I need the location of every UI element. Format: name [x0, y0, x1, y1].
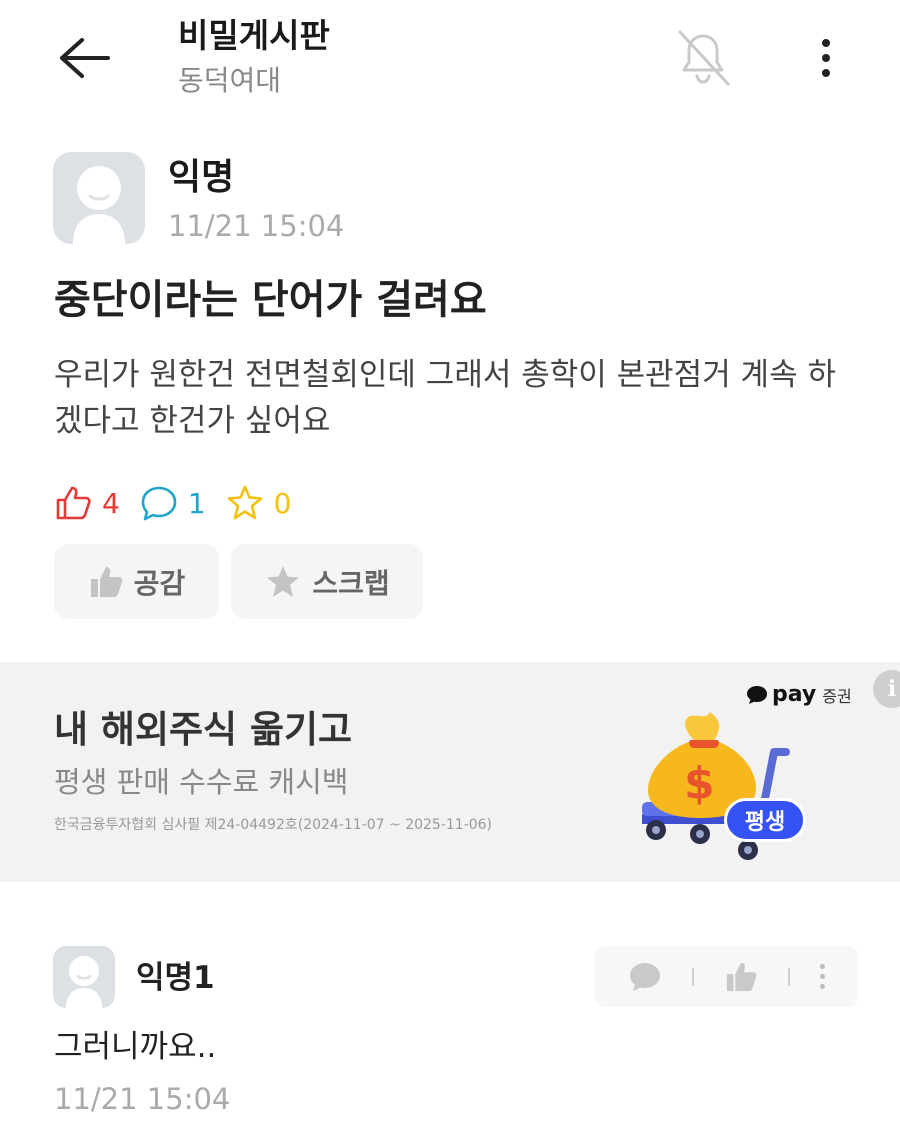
author-name: 익명	[168, 157, 235, 198]
empathy-button-label: 공감	[133, 566, 186, 600]
more-options-button[interactable]	[806, 28, 846, 88]
thumbs-up-icon[interactable]	[724, 960, 758, 994]
svg-text:$: $	[684, 758, 715, 809]
top-bar: 비밀게시판 동덕여대	[0, 0, 900, 120]
thumbs-up-icon	[56, 486, 91, 520]
scrap-count-value: 0	[273, 486, 292, 520]
notification-toggle-button[interactable]	[670, 24, 736, 90]
school-name: 동덕여대	[178, 64, 282, 97]
arrow-left-icon	[60, 38, 110, 78]
board-header: 비밀게시판 동덕여대	[178, 16, 330, 102]
default-profile-icon	[73, 166, 125, 244]
more-vertical-icon	[822, 39, 830, 47]
comment-count-value: 1	[187, 486, 206, 520]
ad-subline: 평생 판매 수수료 캐시백	[54, 765, 349, 799]
separator	[788, 967, 790, 986]
ad-info-icon[interactable]: i	[873, 670, 900, 708]
comment-more-icon[interactable]	[820, 964, 825, 989]
speech-bubble-icon	[747, 685, 767, 704]
star-icon	[267, 565, 300, 597]
like-count-value: 4	[102, 486, 120, 520]
default-profile-icon	[66, 956, 102, 1008]
like-count: 4	[54, 484, 120, 522]
author-avatar	[53, 152, 145, 244]
ad-disclaimer: 한국금융투자협회 심사필 제24-04492호(2024-11-07 ~ 202…	[54, 817, 493, 833]
ad-brand-securities: 증권	[822, 686, 852, 706]
bell-off-icon	[678, 30, 730, 86]
post-body: 우리가 원한건 전면철회인데 그래서 총학이 본관점거 계속 하겠다고 한건가 …	[54, 357, 836, 439]
board-title: 비밀게시판	[178, 16, 330, 55]
post-timestamp: 11/21 15:04	[168, 209, 345, 243]
reply-speech-bubble-icon[interactable]	[628, 961, 662, 993]
comment-text: 그러니까요..	[54, 1029, 217, 1065]
comment-author-avatar	[53, 946, 115, 1008]
empathy-button[interactable]: 공감	[54, 544, 219, 619]
post-title: 중단이라는 단어가 걸려요	[54, 277, 487, 323]
scrap-button-label: 스크랩	[312, 566, 390, 600]
comment-action-bar	[595, 946, 858, 1007]
ad-badge: 평생	[724, 798, 806, 842]
comment-count: 1	[140, 484, 206, 522]
comment-author-name: 익명1	[136, 960, 215, 996]
comment-timestamp: 11/21 15:04	[54, 1082, 231, 1116]
back-button[interactable]	[52, 32, 116, 84]
speech-bubble-icon	[141, 486, 177, 521]
ad-brand-pay: pay	[772, 682, 817, 707]
thumbs-up-icon	[90, 566, 123, 597]
star-icon	[227, 485, 262, 520]
money-bag-cart-icon: $	[642, 712, 790, 860]
separator	[692, 967, 694, 986]
ad-brand: pay 증권	[746, 682, 852, 707]
scrap-count: 0	[226, 484, 292, 522]
post-stats: 4 1 0	[54, 480, 311, 526]
ad-banner[interactable]: 내 해외주식 옮기고 평생 판매 수수료 캐시백 한국금융투자협회 심사필 제2…	[0, 662, 900, 882]
scrap-button[interactable]: 스크랩	[231, 544, 423, 619]
ad-headline: 내 해외주식 옮기고	[54, 708, 353, 751]
